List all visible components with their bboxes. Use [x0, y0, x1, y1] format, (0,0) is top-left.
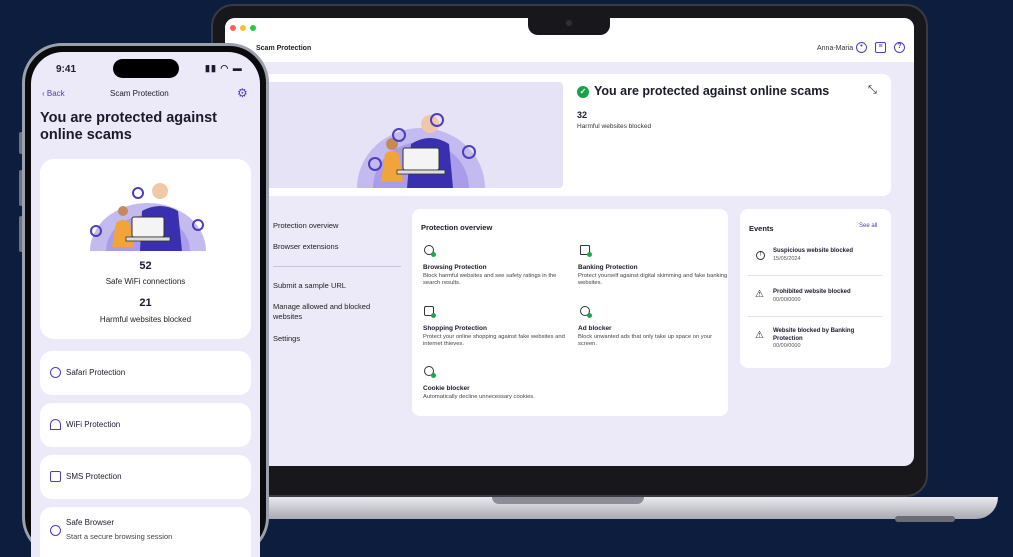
nav-protection-overview[interactable]: Protection overview	[273, 221, 398, 231]
item-label: Safari Protection	[66, 368, 126, 377]
back-label: Back	[46, 89, 65, 98]
warning-icon: ⚠	[755, 330, 764, 341]
laptop-foot	[895, 516, 955, 522]
user-name: Anna-Maria	[817, 45, 854, 52]
app-title: Scam Protection	[256, 45, 312, 52]
globe-shield-icon	[424, 245, 436, 257]
ad-block-icon	[580, 306, 592, 318]
event-date: 15/05/2024	[773, 255, 801, 262]
help-icon[interactable]: ?	[894, 42, 905, 53]
see-all-link[interactable]: See all	[859, 223, 877, 229]
nav-browser-extensions[interactable]: Browser extensions	[273, 242, 398, 252]
feature-name[interactable]: Browsing Protection	[423, 264, 487, 271]
item-sublabel: Start a secure browsing session	[66, 532, 173, 541]
status-title: You are protected against online scams	[594, 84, 830, 98]
hero-illustration	[257, 82, 563, 188]
event-title: Suspicious website blocked	[773, 248, 854, 254]
feature-name[interactable]: Cookie blocker	[423, 385, 470, 392]
item-label: WiFi Protection	[66, 420, 121, 429]
events-title: Events	[749, 224, 774, 233]
feature-desc: Protect your online shopping against fak…	[423, 334, 565, 348]
subscription-card-icon[interactable]: ≡	[875, 42, 886, 53]
nav-manage-websites[interactable]: Manage allowed and blocked websites	[273, 302, 398, 322]
bank-icon	[580, 245, 592, 257]
wifi-protection-item[interactable]: WiFi Protection	[40, 403, 251, 447]
close-window-button[interactable]	[230, 25, 236, 31]
wifi-icon	[50, 419, 61, 430]
warning-icon: ⚠	[755, 289, 764, 300]
signal-wifi-battery-icon: ▮▮ ◠ ▬	[205, 63, 243, 73]
account-icon[interactable]: •	[856, 42, 867, 53]
feature-desc: Block unwanted ads that only take up spa…	[578, 334, 713, 348]
collapse-icon[interactable]: ⤡	[868, 84, 877, 97]
feature-desc: Protect yourself against digital skimmin…	[578, 273, 728, 287]
wifi-count-label: Safe WiFi connections	[105, 277, 186, 286]
event-date: 00/00/0000	[773, 343, 801, 349]
safe-browser-item[interactable]: Safe Browser Start a secure browsing ses…	[40, 507, 251, 557]
nav-submit-sample-url[interactable]: Submit a sample URL	[273, 281, 398, 291]
phone-stats-card	[40, 159, 251, 339]
harmful-count-label: Harmful websites blocked	[99, 315, 192, 324]
shopping-cart-icon	[424, 306, 436, 318]
events-card: Events See all ! Suspicious website bloc…	[740, 209, 891, 368]
item-label: SMS Protection	[66, 472, 122, 481]
sms-protection-item[interactable]: SMS Protection	[40, 455, 251, 499]
feature-desc: Automatically decline unnecessary cookie…	[423, 394, 535, 400]
event-item[interactable]: Website blocked by Banking Protection 00…	[773, 328, 883, 349]
nav-settings[interactable]: Settings	[273, 334, 398, 344]
message-icon	[50, 471, 61, 482]
laptop-screen: Scam Protection Anna-Maria • ≡ ? ✓ You a…	[225, 18, 914, 466]
globe-icon	[50, 525, 61, 536]
blocked-count-label: Harmful websites blocked	[577, 123, 652, 130]
feature-desc: Block harmful websites and see safety ra…	[423, 273, 557, 287]
item-label: Safe Browser	[66, 518, 115, 527]
info-icon: !	[756, 251, 765, 260]
zoom-window-button[interactable]	[250, 25, 256, 31]
phone-page-title: You are protected against online scams	[40, 110, 217, 143]
phone-hero-illustration	[90, 183, 206, 251]
globe-icon	[50, 367, 61, 378]
event-title: Prohibited website blocked	[773, 289, 851, 295]
safari-protection-item[interactable]: Safari Protection	[40, 351, 251, 395]
feature-name[interactable]: Ad blocker	[578, 325, 612, 332]
divider	[748, 275, 882, 276]
check-icon: ✓	[577, 86, 589, 98]
cookie-icon	[424, 366, 436, 378]
event-date: 00/00/0000	[773, 296, 801, 303]
camera-icon	[566, 20, 572, 26]
minimize-window-button[interactable]	[240, 25, 246, 31]
gear-icon[interactable]: ⚙	[237, 86, 248, 100]
harmful-count: 21	[139, 297, 152, 309]
nav-divider	[273, 266, 401, 267]
divider	[748, 316, 882, 317]
blocked-count: 32	[577, 110, 588, 120]
dynamic-island	[113, 59, 179, 78]
event-item[interactable]: Suspicious website blocked 15/05/2024	[773, 248, 883, 262]
feature-name[interactable]: Banking Protection	[578, 264, 638, 271]
event-item[interactable]: Prohibited website blocked 00/00/0000	[773, 289, 883, 303]
protection-overview-card: Protection overview Browsing Protection …	[412, 209, 728, 416]
wifi-count: 52	[139, 260, 152, 272]
overview-title: Protection overview	[421, 223, 493, 232]
laptop-base-slot	[492, 497, 644, 504]
back-button[interactable]: ‹ Back	[42, 89, 65, 98]
feature-name[interactable]: Shopping Protection	[423, 325, 487, 332]
status-time: 9:41	[56, 64, 77, 75]
event-title: Website blocked by Banking Protection	[773, 328, 855, 342]
phone-nav-title: Scam Protection	[110, 89, 169, 98]
